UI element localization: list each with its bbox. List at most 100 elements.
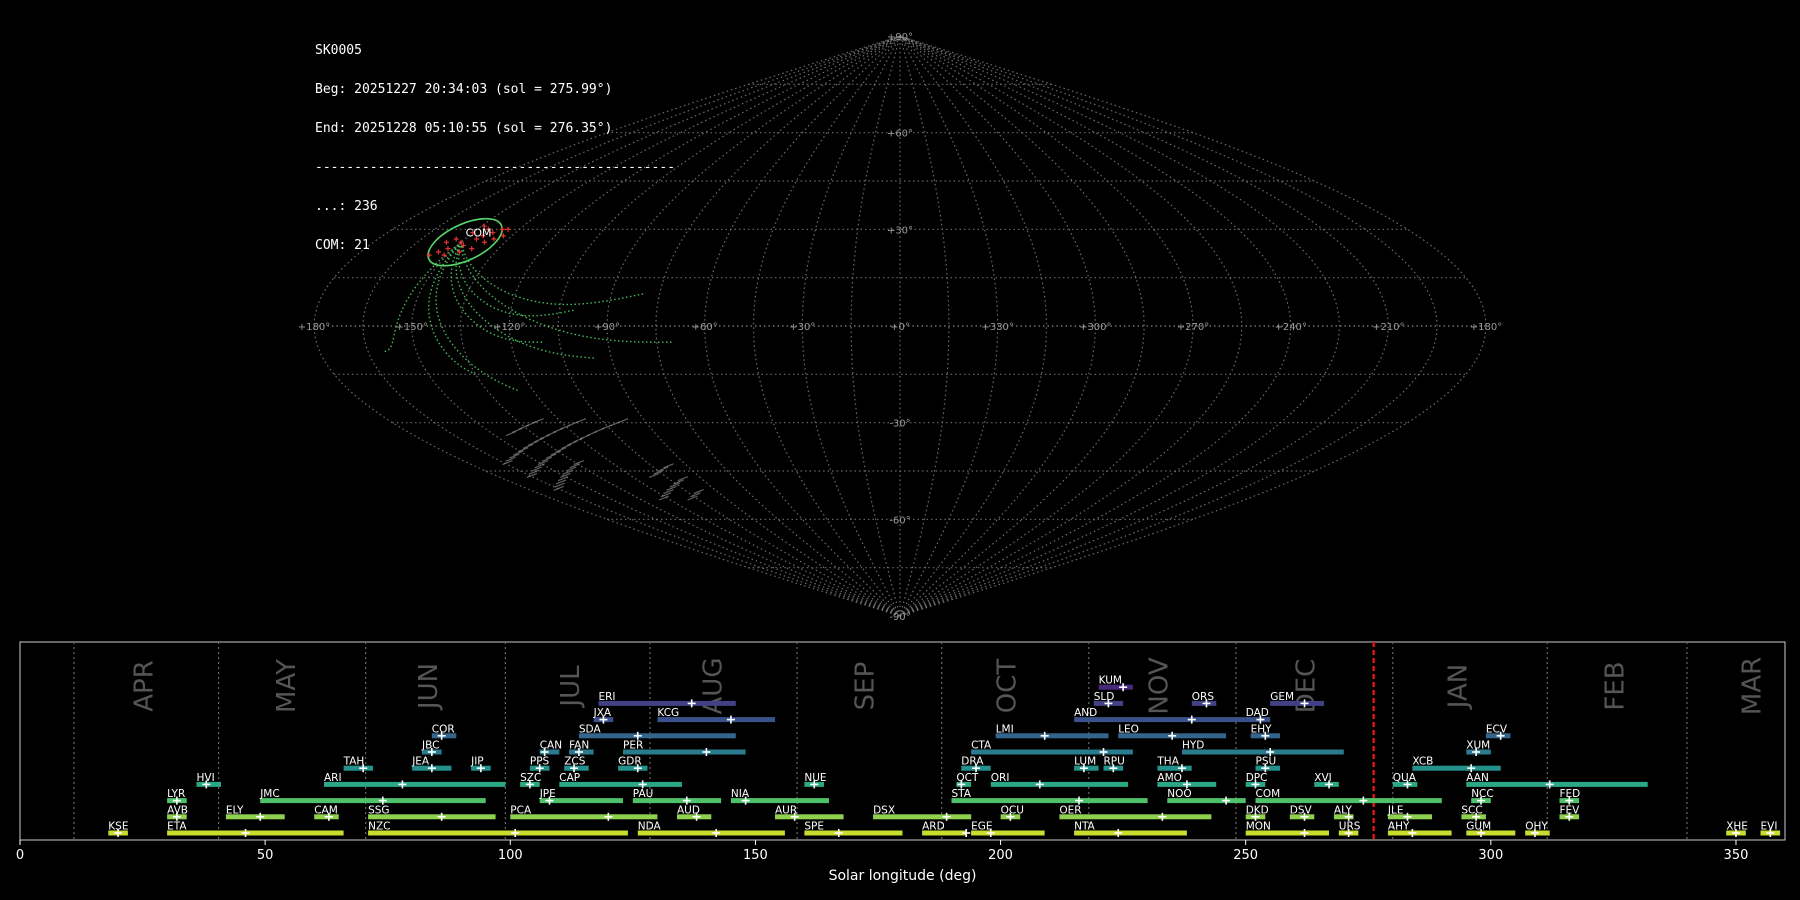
shower-code: SCC <box>1461 804 1482 816</box>
shower-lum: LUM <box>1074 756 1099 773</box>
shower-code: LUM <box>1074 756 1096 768</box>
shower-code: JPE <box>539 788 556 800</box>
shower-code: PSU <box>1256 756 1277 768</box>
shower-code: CAM <box>314 804 338 816</box>
shower-code: NCC <box>1471 788 1494 800</box>
shower-bar <box>971 749 1133 755</box>
month-label: JUL <box>556 665 586 709</box>
shower-aly: ALY <box>1333 804 1354 821</box>
x-tick-label: 250 <box>1233 848 1258 863</box>
shower-code: NUE <box>804 772 826 784</box>
shower-dad: DAD <box>1245 707 1271 724</box>
month-label: MAY <box>272 659 302 713</box>
shower-code: JIP <box>470 756 484 768</box>
shower-cor: COR <box>431 723 457 740</box>
shower-code: XHE <box>1726 821 1748 833</box>
shower-bar <box>1255 798 1442 804</box>
shower-code: AND <box>1074 707 1097 719</box>
shower-code: ECV <box>1486 723 1508 735</box>
shower-code: LEO <box>1118 723 1139 735</box>
shower-code: AVB <box>167 804 188 816</box>
shower-bar <box>951 798 1148 804</box>
shower-scc: SCC <box>1461 804 1486 821</box>
shower-code: CTA <box>971 740 992 752</box>
shower-code: XCB <box>1412 756 1433 768</box>
shower-pps: PPS <box>529 756 550 773</box>
month-label: OCT <box>992 659 1022 714</box>
shower-code: JBC <box>421 740 439 752</box>
shower-code: NTA <box>1074 821 1095 833</box>
shower-can: CAN <box>539 740 562 756</box>
month-label: JUN <box>414 663 444 711</box>
shower-code: ORI <box>991 772 1010 784</box>
shower-code: FAN <box>569 740 589 752</box>
month-grid: APR MAY JUN JUL AUG SEP OCT NOV DEC JAN FEB MAR <box>19 641 1786 841</box>
shower-code: KCG <box>657 707 679 719</box>
shower-bar <box>368 830 628 836</box>
shower-bar <box>1059 814 1212 820</box>
shower-code: ALY <box>1334 804 1353 816</box>
shower-code: NOO <box>1167 788 1191 800</box>
x-tick-label: 50 <box>257 848 274 863</box>
shower-code: OER <box>1059 804 1081 816</box>
shower-urs: URS <box>1338 821 1361 837</box>
shower-code: LMI <box>996 723 1014 735</box>
shower-lyr: LYR <box>167 788 187 805</box>
shower-xhe: XHE <box>1726 821 1748 837</box>
shower-code: JLE <box>1387 804 1404 816</box>
x-axis: 0 50 100 150 200 250 300 350 Solar longitude (de… <box>16 840 1748 884</box>
shower-cam: CAM <box>314 804 339 821</box>
shower-ecv: ECV <box>1485 723 1511 740</box>
shower-code: RPU <box>1104 756 1125 768</box>
shower-ohy: OHY <box>1525 821 1550 837</box>
shower-code: GEM <box>1270 691 1294 703</box>
shower-code: EHY <box>1251 723 1273 735</box>
shower-code: CAN <box>540 740 562 752</box>
x-tick-label: 100 <box>498 848 523 863</box>
shower-code: COM <box>1256 788 1281 800</box>
shower-rpu: RPU <box>1103 756 1125 773</box>
x-axis-label: Solar longitude (deg) <box>829 868 977 884</box>
shower-code: ELY <box>226 804 244 816</box>
month-label: FEB <box>1600 661 1630 710</box>
shower-bar <box>510 814 658 820</box>
shower-code: SZC <box>520 772 541 784</box>
shower-code: NZC <box>368 821 390 833</box>
shower-code: AAN <box>1466 772 1489 784</box>
shower-code: XUM <box>1466 740 1490 752</box>
month-label: AUG <box>698 658 728 715</box>
shower-code: URS <box>1339 821 1361 833</box>
shower-code: JEA <box>411 756 430 768</box>
shower-code: PCA <box>510 804 532 816</box>
shower-code: THA <box>1156 756 1179 768</box>
shower-bar <box>1182 749 1344 755</box>
shower-kse: KSE <box>108 821 128 837</box>
shower-code: PAU <box>633 788 654 800</box>
shower-code: LYR <box>167 788 185 800</box>
shower-code: QUA <box>1393 772 1417 784</box>
shower-code: NDA <box>638 821 662 833</box>
shower-code: GUM <box>1466 821 1491 833</box>
month-label: JAN <box>1444 664 1474 710</box>
month-label: NOV <box>1144 657 1174 714</box>
shower-code: CAP <box>559 772 580 784</box>
shower-code: KUM <box>1099 675 1122 687</box>
shower-code: DRA <box>961 756 984 768</box>
shower-szc: SZC <box>520 772 541 789</box>
shower-code: SLD <box>1094 691 1115 703</box>
shower-code: FEV <box>1560 804 1581 816</box>
shower-evi: EVI <box>1760 821 1781 837</box>
x-tick-label: 300 <box>1478 848 1503 863</box>
shower-bar <box>260 798 486 804</box>
shower-code: ETA <box>167 821 187 833</box>
shower-code: DAD <box>1246 707 1269 719</box>
meteor-radiant-chart: +180° +150° +120° +90° +60° +30° +0° +330° +300°… <box>0 0 1800 900</box>
shower-code: EVI <box>1761 821 1778 833</box>
shower-jbc: JBC <box>421 740 442 756</box>
shower-code: XVI <box>1314 772 1331 784</box>
shower-code: MON <box>1246 821 1271 833</box>
shower-code: SPE <box>804 821 824 833</box>
shower-code: OCU <box>1001 804 1024 816</box>
shower-code: OCT <box>956 772 979 784</box>
shower-code: DSV <box>1290 804 1313 816</box>
